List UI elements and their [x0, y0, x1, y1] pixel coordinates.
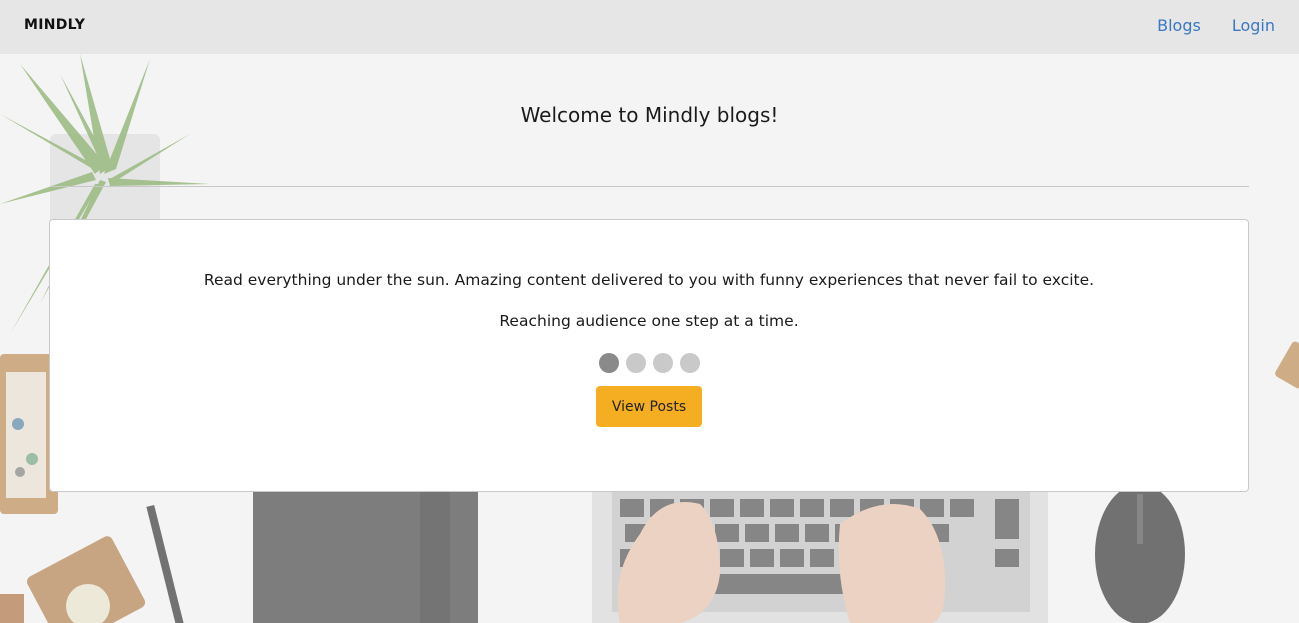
carousel-dot-3[interactable]: [652, 353, 673, 373]
brand-logo[interactable]: MINDLY: [24, 17, 85, 33]
top-navbar: MINDLY Blogs Login: [0, 0, 1299, 54]
page: MINDLY Blogs Login Welcome to Mindly blo…: [0, 0, 1299, 623]
carousel-dot-4[interactable]: [679, 353, 700, 373]
page-title: Welcome to Mindly blogs!: [520, 103, 779, 127]
carousel-dot-2[interactable]: [625, 353, 646, 373]
carousel-indicators: [50, 353, 1248, 373]
divider: [50, 186, 1249, 187]
carousel-text-line-1: Read everything under the sun. Amazing c…: [203, 271, 1095, 289]
carousel-text-line-2: Reaching audience one step at a time.: [499, 312, 799, 330]
carousel-dot-1[interactable]: [598, 353, 619, 373]
hero-card: Read everything under the sun. Amazing c…: [49, 219, 1249, 492]
view-posts-button[interactable]: View Posts: [596, 386, 702, 427]
nav-link-blogs[interactable]: Blogs: [1157, 16, 1201, 35]
nav-links: Blogs Login: [1157, 16, 1275, 35]
nav-link-login[interactable]: Login: [1232, 16, 1275, 35]
